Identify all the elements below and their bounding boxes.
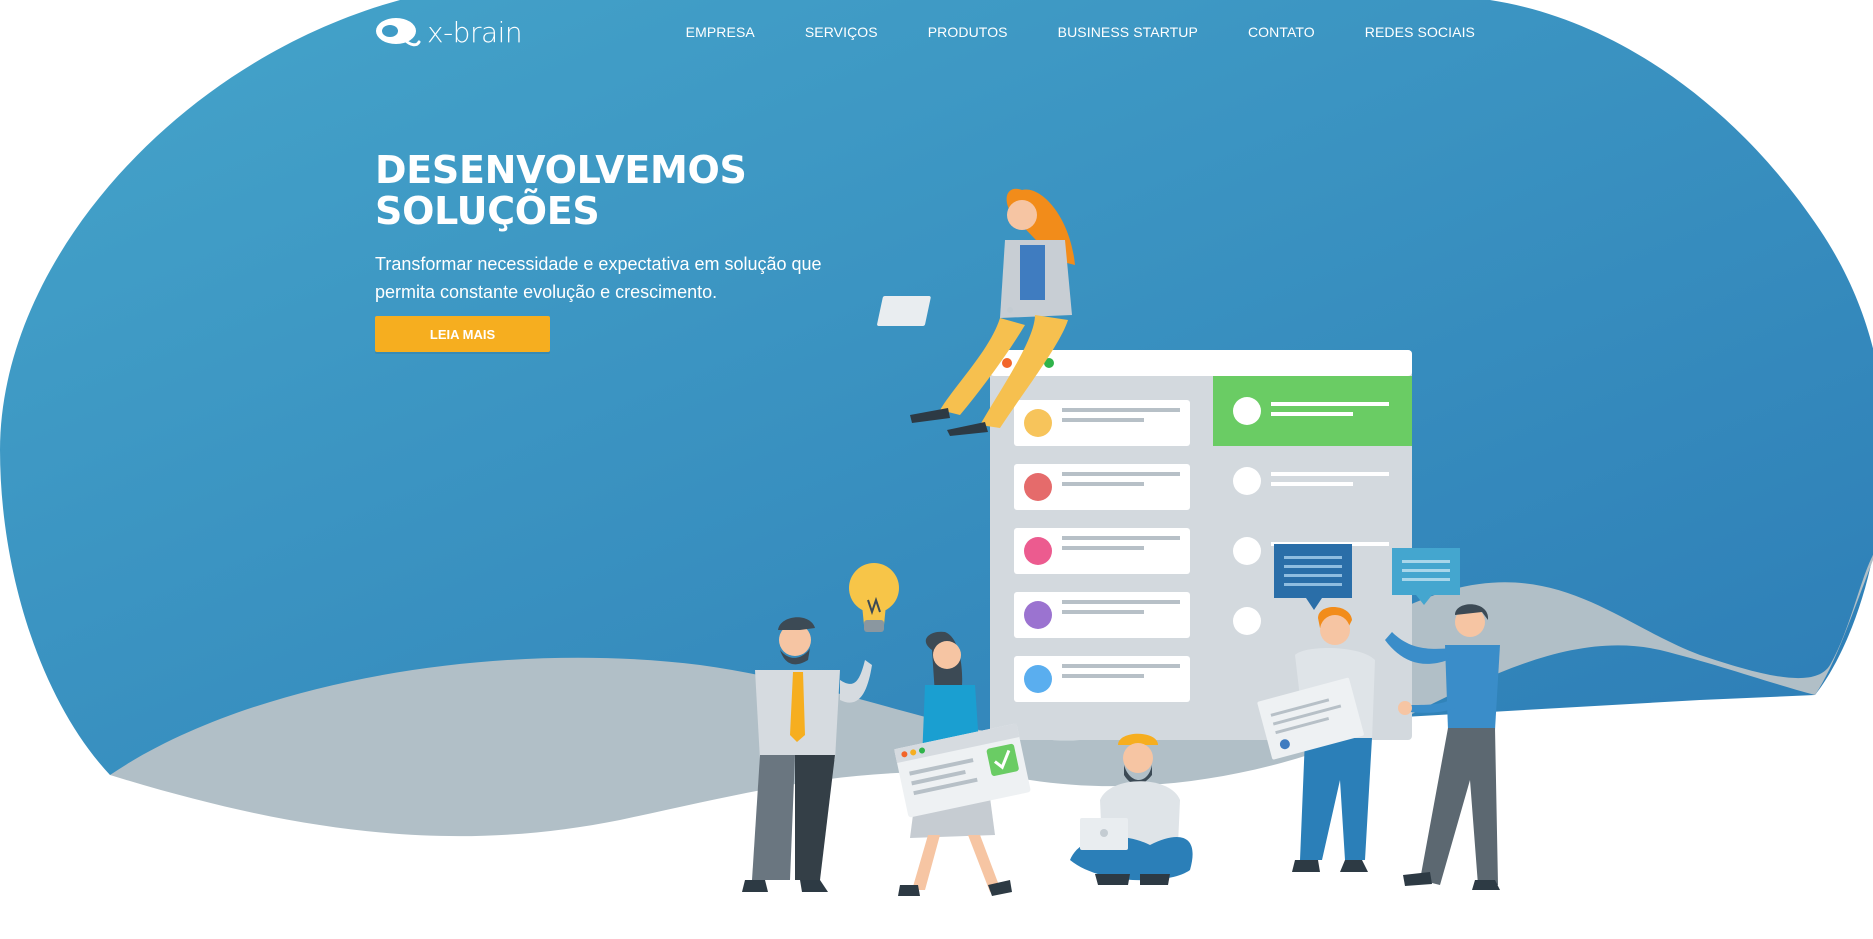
hero-background <box>0 0 1873 837</box>
brand-name: x-brain <box>427 15 523 49</box>
hero-title-line2: SOLUÇÕES <box>375 189 600 233</box>
nav-link-contato[interactable]: CONTATO <box>1248 24 1315 40</box>
nav-link-business-startup[interactable]: BUSINESS STARTUP <box>1058 24 1198 40</box>
brand-logo[interactable]: x-brain <box>375 15 523 49</box>
hero-title-line1: DESENVOLVEMOS <box>375 148 747 192</box>
leia-mais-button[interactable]: LEIA MAIS <box>375 316 550 352</box>
main-nav: EMPRESA SERVIÇOS PRODUTOS BUSINESS START… <box>636 24 1475 40</box>
nav-link-produtos[interactable]: PRODUTOS <box>928 24 1008 40</box>
nav-link-redes-sociais[interactable]: REDES SOCIAIS <box>1365 24 1475 40</box>
top-navbar: x-brain EMPRESA SERVIÇOS PRODUTOS BUSINE… <box>375 0 1475 64</box>
x-brain-logo-icon <box>376 18 421 47</box>
hero-content: DESENVOLVEMOS SOLUÇÕES Transformar neces… <box>375 150 895 352</box>
nav-link-empresa[interactable]: EMPRESA <box>686 24 755 40</box>
hero-subtitle: Transformar necessidade e expectativa em… <box>375 254 822 302</box>
hero-blob <box>0 0 1873 775</box>
nav-link-servicos[interactable]: SERVIÇOS <box>805 24 878 40</box>
hero-title: DESENVOLVEMOS SOLUÇÕES <box>375 150 895 232</box>
